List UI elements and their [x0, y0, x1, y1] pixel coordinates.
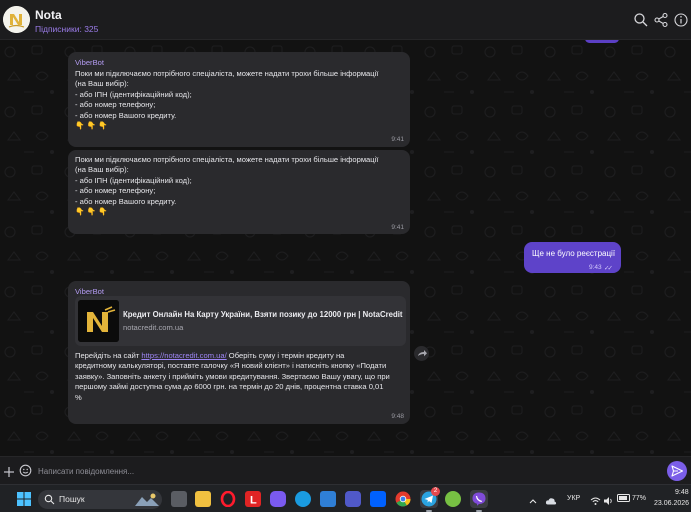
file-explorer-icon[interactable]	[195, 491, 211, 507]
link-preview-title[interactable]: Кредит Онлайн На Карту України, Взяти по…	[123, 310, 403, 320]
message-input[interactable]	[38, 461, 658, 481]
previous-outgoing-message	[585, 40, 619, 43]
link-preview-card[interactable]: Кредит Онлайн На Карту України, Взяти по…	[75, 296, 406, 346]
search-label: Пошук	[59, 494, 85, 504]
battery-level	[619, 496, 627, 500]
message-time: 9:41	[391, 136, 404, 143]
telegram-icon[interactable]: 2	[420, 487, 440, 508]
message-time: 9:48	[391, 413, 404, 420]
battery-icon[interactable]	[617, 494, 630, 502]
telegram-unread-badge: 2	[431, 487, 440, 496]
clock-date[interactable]: 23.06.2026	[654, 500, 689, 507]
chrome-icon[interactable]	[395, 491, 411, 507]
wifi-icon[interactable]	[590, 493, 601, 505]
link-preview-domain: notacredit.com.ua	[123, 323, 184, 332]
edge-icon[interactable]	[295, 491, 311, 507]
torrent-icon[interactable]	[445, 491, 461, 507]
website-link[interactable]: https://notacredit.com.ua/	[141, 351, 226, 360]
task-view-icon[interactable]	[171, 491, 187, 507]
weather-cloud-icon[interactable]	[545, 493, 557, 505]
teams-icon[interactable]	[345, 491, 361, 507]
sticker-icon[interactable]	[19, 464, 32, 477]
message-text: Поки ми підключаємо потрібного спеціаліс…	[75, 155, 379, 217]
message-composer	[0, 456, 691, 484]
send-button[interactable]	[667, 461, 687, 481]
send-icon	[671, 465, 684, 477]
incoming-message[interactable]: Поки ми підключаємо потрібного спеціаліс…	[68, 150, 410, 234]
volume-icon[interactable]	[603, 493, 614, 505]
read-checkmarks-icon: ✓✓	[604, 265, 613, 272]
notacredit-logo	[78, 300, 119, 342]
message-text-part: Перейдіть на сайт	[75, 351, 142, 360]
incoming-message[interactable]: ViberBot Поки ми підключаємо потрібного …	[68, 52, 410, 147]
clock-time[interactable]: 9:48	[675, 489, 689, 496]
incoming-message-with-link[interactable]: ViberBot Кредит Онлайн На Карту України,…	[68, 281, 410, 424]
chat-header: Nota Підписники: 325	[0, 0, 691, 40]
search-highlight-image	[135, 493, 159, 506]
search-icon[interactable]	[633, 12, 649, 28]
opera-icon[interactable]	[220, 490, 236, 508]
chevron-up-icon[interactable]	[528, 493, 538, 504]
dropbox-icon[interactable]	[370, 491, 386, 507]
message-text: Поки ми підключаємо потрібного спеціаліс…	[75, 69, 379, 131]
message-text: Перейдіть на сайт https://notacredit.com…	[75, 351, 405, 403]
subscriber-count[interactable]: Підписники: 325	[35, 24, 98, 34]
copilot-icon[interactable]	[270, 491, 286, 507]
sender-name[interactable]: ViberBot	[75, 58, 104, 68]
message-text: Ще не було реєстрації	[532, 249, 616, 258]
message-time: 9:41	[391, 224, 404, 231]
svg-text:L: L	[250, 495, 257, 507]
l-app-icon[interactable]: L	[245, 491, 261, 507]
forward-icon	[418, 350, 427, 357]
store-icon[interactable]	[320, 491, 336, 507]
message-time: 9:43	[589, 264, 602, 271]
channel-name[interactable]: Nota	[35, 8, 62, 22]
search-icon	[44, 494, 55, 505]
add-attachment-icon[interactable]	[3, 465, 15, 477]
outgoing-message[interactable]: Ще не було реєстрації 9:43 ✓✓	[524, 242, 621, 273]
channel-avatar[interactable]	[3, 6, 30, 33]
viber-icon[interactable]	[470, 490, 488, 508]
windows-taskbar: Пошук L 2 УКР 77% 9:48 23.06.2026	[0, 484, 691, 512]
battery-percentage: 77%	[632, 495, 647, 502]
taskbar-search[interactable]: Пошук	[38, 490, 162, 509]
info-icon[interactable]	[673, 12, 689, 28]
chat-area[interactable]: ViberBot Поки ми підключаємо потрібного …	[0, 40, 691, 456]
forward-message-button[interactable]	[414, 346, 429, 361]
keyboard-language[interactable]: УКР	[567, 495, 580, 502]
windows-start-icon[interactable]	[16, 491, 32, 507]
share-icon[interactable]	[653, 12, 669, 28]
